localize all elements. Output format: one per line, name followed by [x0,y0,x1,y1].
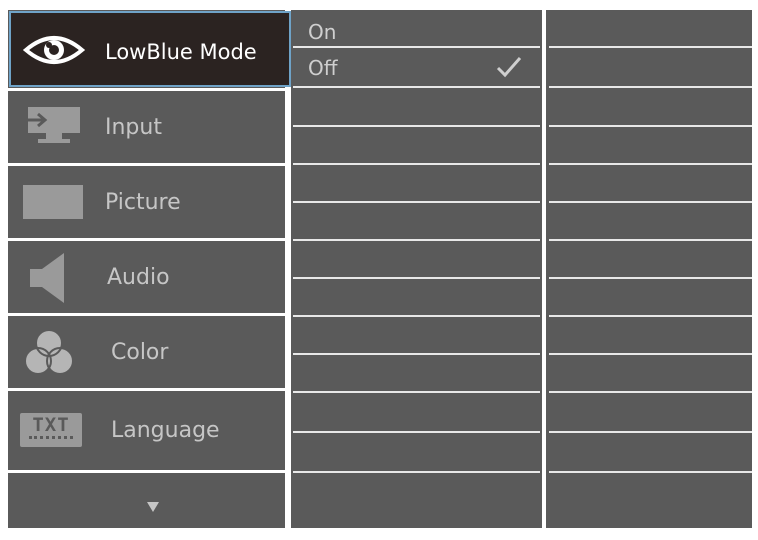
color-circles-icon [24,329,74,375]
panel-divider [549,471,752,473]
panel-divider [549,86,752,88]
panel-divider [549,163,752,165]
menu-item-audio[interactable]: Audio [8,241,285,313]
submenu-divider [293,277,540,279]
panel-divider [549,277,752,279]
menu-item-input[interactable]: Input [8,91,285,163]
submenu-divider [293,86,540,88]
speaker-icon [30,253,64,303]
menu-item-label: Color [111,340,169,365]
submenu-divider [293,391,540,393]
submenu-divider [293,125,540,127]
submenu-divider [293,239,540,241]
panel-divider [549,201,752,203]
txt-icon: TXT [20,413,82,447]
menu-scroll-down[interactable] [8,473,285,528]
panel-divider [549,391,752,393]
menu-item-label: Picture [105,190,181,215]
checkmark-icon [496,57,522,78]
panel-divider [549,353,752,355]
menu-item-label: Input [105,115,162,140]
submenu-divider [293,353,540,355]
submenu-divider [293,431,540,433]
panel-divider [549,239,752,241]
submenu-divider [293,201,540,203]
menu-item-lowblue-mode[interactable]: LowBlue Mode [9,11,291,87]
menu-item-picture[interactable]: Picture [8,166,285,238]
option-label: On [308,20,337,44]
menu-item-color[interactable]: Color [8,316,285,388]
menu-item-language[interactable]: TXT Language [8,391,285,470]
submenu-divider [293,163,540,165]
picture-icon [23,185,83,219]
menu-item-label: Language [111,418,220,443]
panel-divider [549,46,752,48]
menu-item-label: Audio [107,265,170,290]
option-on[interactable]: On [293,12,540,46]
menu-item-label: LowBlue Mode [105,40,257,64]
option-off[interactable]: Off [293,48,540,86]
panel-divider [549,315,752,317]
submenu-divider [293,315,540,317]
input-icon [24,107,80,143]
txt-icon-label: TXT [32,414,70,436]
down-arrow-icon [147,502,159,512]
option-label: Off [308,56,338,80]
submenu-divider [293,471,540,473]
panel-divider [549,125,752,127]
eye-icon [23,36,85,64]
panel-divider [549,431,752,433]
